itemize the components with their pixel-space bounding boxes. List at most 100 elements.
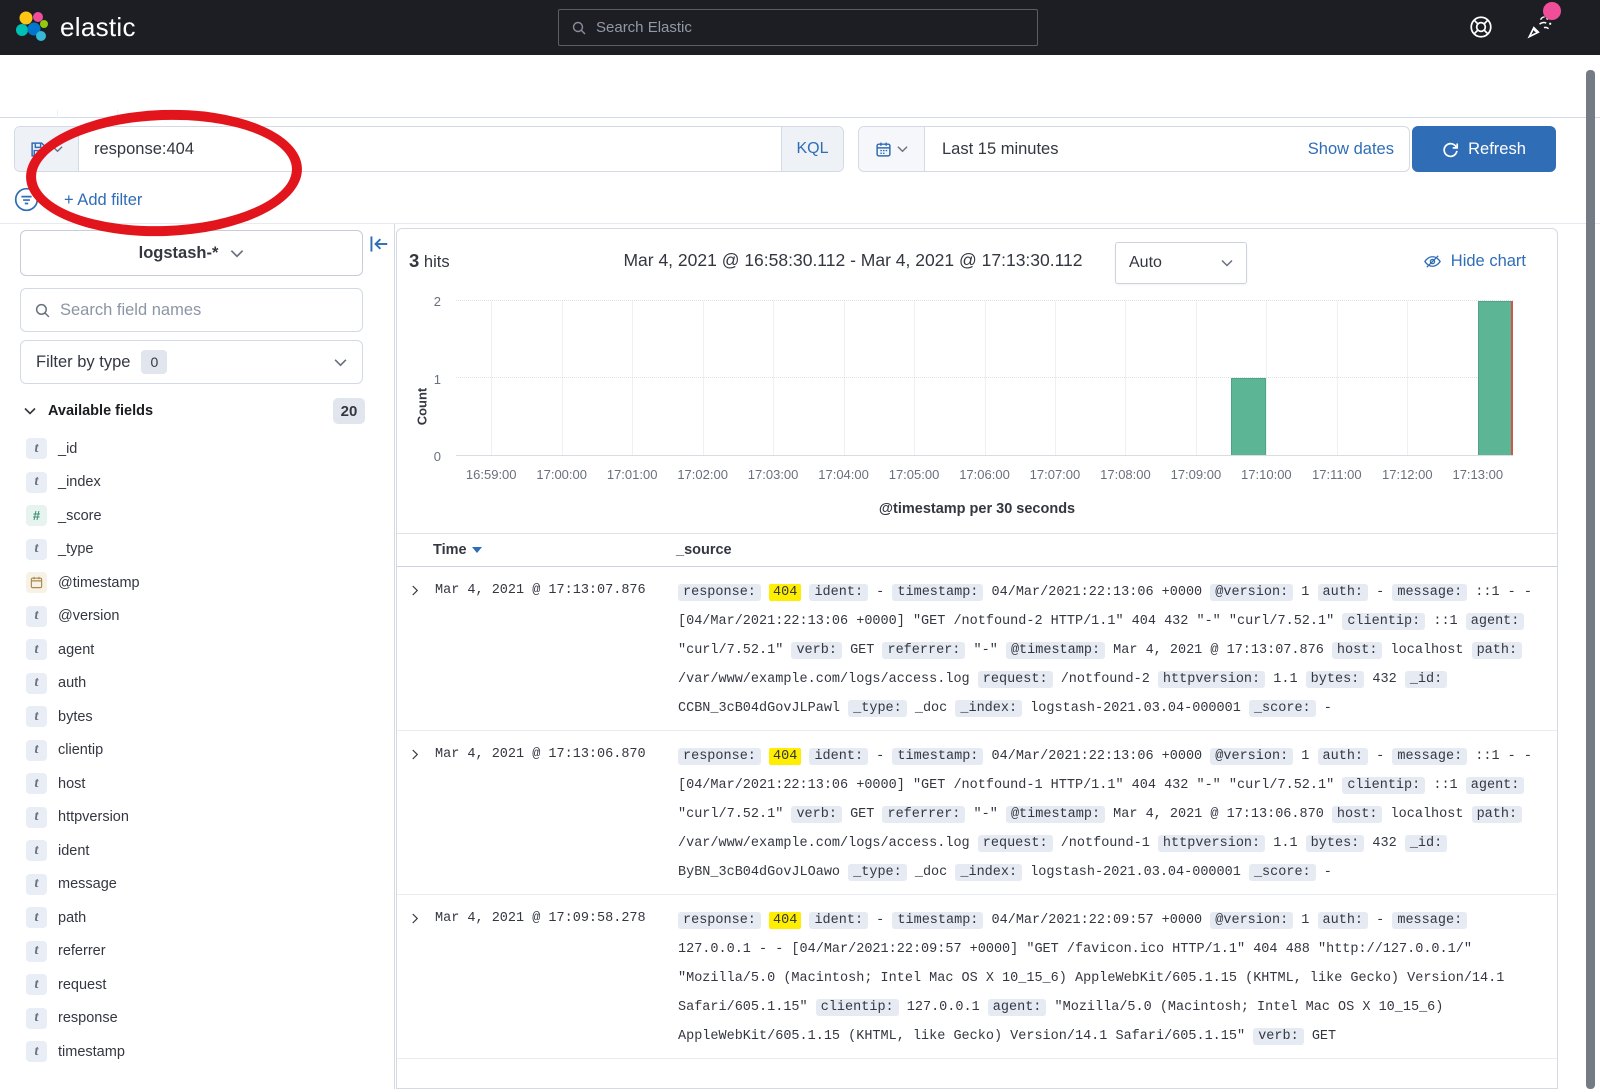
kql-query-input[interactable]: response:404 KQL (14, 126, 844, 172)
field-key-badge: _index: (955, 700, 1022, 717)
field-type-text-icon: t (26, 740, 47, 761)
plot-area[interactable] (456, 301, 1513, 456)
field-name: httpversion (58, 809, 129, 825)
field-value: 1 (1301, 585, 1309, 600)
field-key-badge: request: (978, 671, 1053, 688)
field-key-badge: httpversion: (1158, 835, 1265, 852)
field-key-badge: referrer: (882, 806, 965, 823)
field-item-httpversion[interactable]: thttpversion (0, 801, 395, 835)
elastic-cluster-icon (14, 9, 50, 45)
vertical-scrollbar[interactable] (1586, 70, 1595, 1089)
highlighted-value: 404 (769, 584, 801, 601)
field-key-badge: auth: (1318, 912, 1369, 929)
elastic-logo[interactable]: elastic (14, 9, 136, 45)
field-item-ident[interactable]: tident (0, 834, 395, 868)
time-range-value[interactable]: Last 15 minutes (925, 127, 1308, 171)
help-icon[interactable] (1468, 14, 1494, 45)
filter-bar: + Add filter (0, 181, 1600, 224)
query-input-value[interactable]: response:404 (79, 127, 781, 171)
expand-row-icon[interactable] (409, 578, 435, 602)
chevron-down-icon[interactable] (24, 402, 36, 420)
gridline (773, 301, 774, 455)
histogram-bar-17:13:00[interactable] (1478, 301, 1513, 455)
y-tick-label: 0 (434, 449, 441, 464)
field-key-badge: _score: (1249, 700, 1316, 717)
interval-select[interactable]: Auto (1115, 242, 1247, 284)
add-filter-button[interactable]: + Add filter (64, 191, 142, 210)
global-header: elastic Search Elastic (0, 0, 1600, 55)
field-item-host[interactable]: thost (0, 767, 395, 801)
field-type-text-icon: t (26, 974, 47, 995)
field-name: request (58, 977, 106, 993)
field-key-badge: verb: (791, 642, 842, 659)
refresh-icon (1442, 141, 1459, 158)
field-item-timestamp[interactable]: t timestamp (0, 1035, 395, 1069)
gridline (1337, 301, 1338, 455)
field-key-badge: agent: (988, 999, 1047, 1016)
field-item-request[interactable]: t request (0, 968, 395, 1002)
filter-by-type-count-badge: 0 (141, 350, 167, 374)
gridline (632, 301, 633, 455)
field-value: 1 (1301, 913, 1309, 928)
field-type-text-icon: t (26, 1041, 47, 1062)
collapse-sidebar-icon[interactable] (368, 233, 390, 260)
field-item-@timestamp[interactable]: @timestamp (0, 566, 395, 600)
filter-options-icon[interactable] (14, 187, 39, 217)
field-value: - (1376, 585, 1384, 600)
results-panel: 3 hits Mar 4, 2021 @ 16:58:30.112 - Mar … (396, 228, 1558, 1089)
saved-queries-button[interactable] (15, 127, 79, 171)
field-item-message[interactable]: tmessage (0, 868, 395, 902)
field-item-clientip[interactable]: tclientip (0, 734, 395, 768)
field-item-_score[interactable]: #_score (0, 499, 395, 533)
field-item-agent[interactable]: tagent (0, 633, 395, 667)
field-item-path[interactable]: tpath (0, 901, 395, 935)
field-name: agent (58, 642, 94, 658)
field-name: timestamp (58, 1044, 125, 1060)
field-value: _doc (915, 701, 947, 716)
field-value: /notfound-1 (1061, 836, 1150, 851)
field-type-text-icon: t (26, 539, 47, 560)
field-item-_type[interactable]: t_type (0, 533, 395, 567)
field-value: 1.1 (1273, 836, 1297, 851)
field-item-@version[interactable]: t@version (0, 600, 395, 634)
field-item-_id[interactable]: t_id (0, 432, 395, 466)
field-value: 04/Mar/2021:22:13:06 +0000 (992, 749, 1203, 764)
field-value: GET (1312, 1029, 1336, 1044)
global-search-input[interactable]: Search Elastic (558, 9, 1038, 46)
field-search-input[interactable]: Search field names (20, 288, 363, 332)
query-language-button[interactable]: KQL (781, 127, 843, 171)
field-key-badge: verb: (1253, 1028, 1304, 1045)
histogram-bar-17:09:30[interactable] (1231, 378, 1266, 455)
field-item-bytes[interactable]: tbytes (0, 700, 395, 734)
field-value: - (876, 585, 884, 600)
refresh-button[interactable]: Refresh (1412, 126, 1556, 172)
index-pattern-select[interactable]: logstash-* (20, 230, 363, 276)
field-value: GET (850, 807, 874, 822)
chevron-down-icon (334, 358, 347, 367)
field-key-badge: agent: (1466, 777, 1525, 794)
field-item-_index[interactable]: t_index (0, 466, 395, 500)
filter-by-type-select[interactable]: Filter by type 0 (20, 340, 363, 384)
time-column-header[interactable]: Time (433, 542, 676, 558)
field-item-referrer[interactable]: treferrer (0, 935, 395, 969)
field-value: "curl/7.52.1" (678, 643, 783, 658)
field-value: 432 (1372, 672, 1396, 687)
hide-chart-button[interactable]: Hide chart (1423, 252, 1526, 271)
field-item-response[interactable]: tresponse (0, 1002, 395, 1036)
field-item-auth[interactable]: tauth (0, 667, 395, 701)
expand-row-icon[interactable] (409, 906, 435, 930)
field-value: - (1324, 701, 1332, 716)
field-key-badge: ident: (809, 912, 868, 929)
x-axis-ticks: 16:59:0017:00:0017:01:0017:02:0017:03:00… (456, 467, 1513, 483)
date-quick-select-button[interactable] (859, 127, 925, 171)
fields-sidebar: logstash-* Search field names Filter by … (0, 224, 395, 1089)
field-key-badge: bytes: (1306, 671, 1365, 688)
show-dates-button[interactable]: Show dates (1308, 127, 1409, 171)
field-key-badge: verb: (791, 806, 842, 823)
field-type-text-icon: t (26, 706, 47, 727)
field-key-badge: clientip: (816, 999, 899, 1016)
field-value: - (876, 913, 884, 928)
field-key-badge: timestamp: (892, 584, 983, 601)
expand-row-icon[interactable] (409, 742, 435, 766)
field-key-badge: _type: (848, 700, 907, 717)
